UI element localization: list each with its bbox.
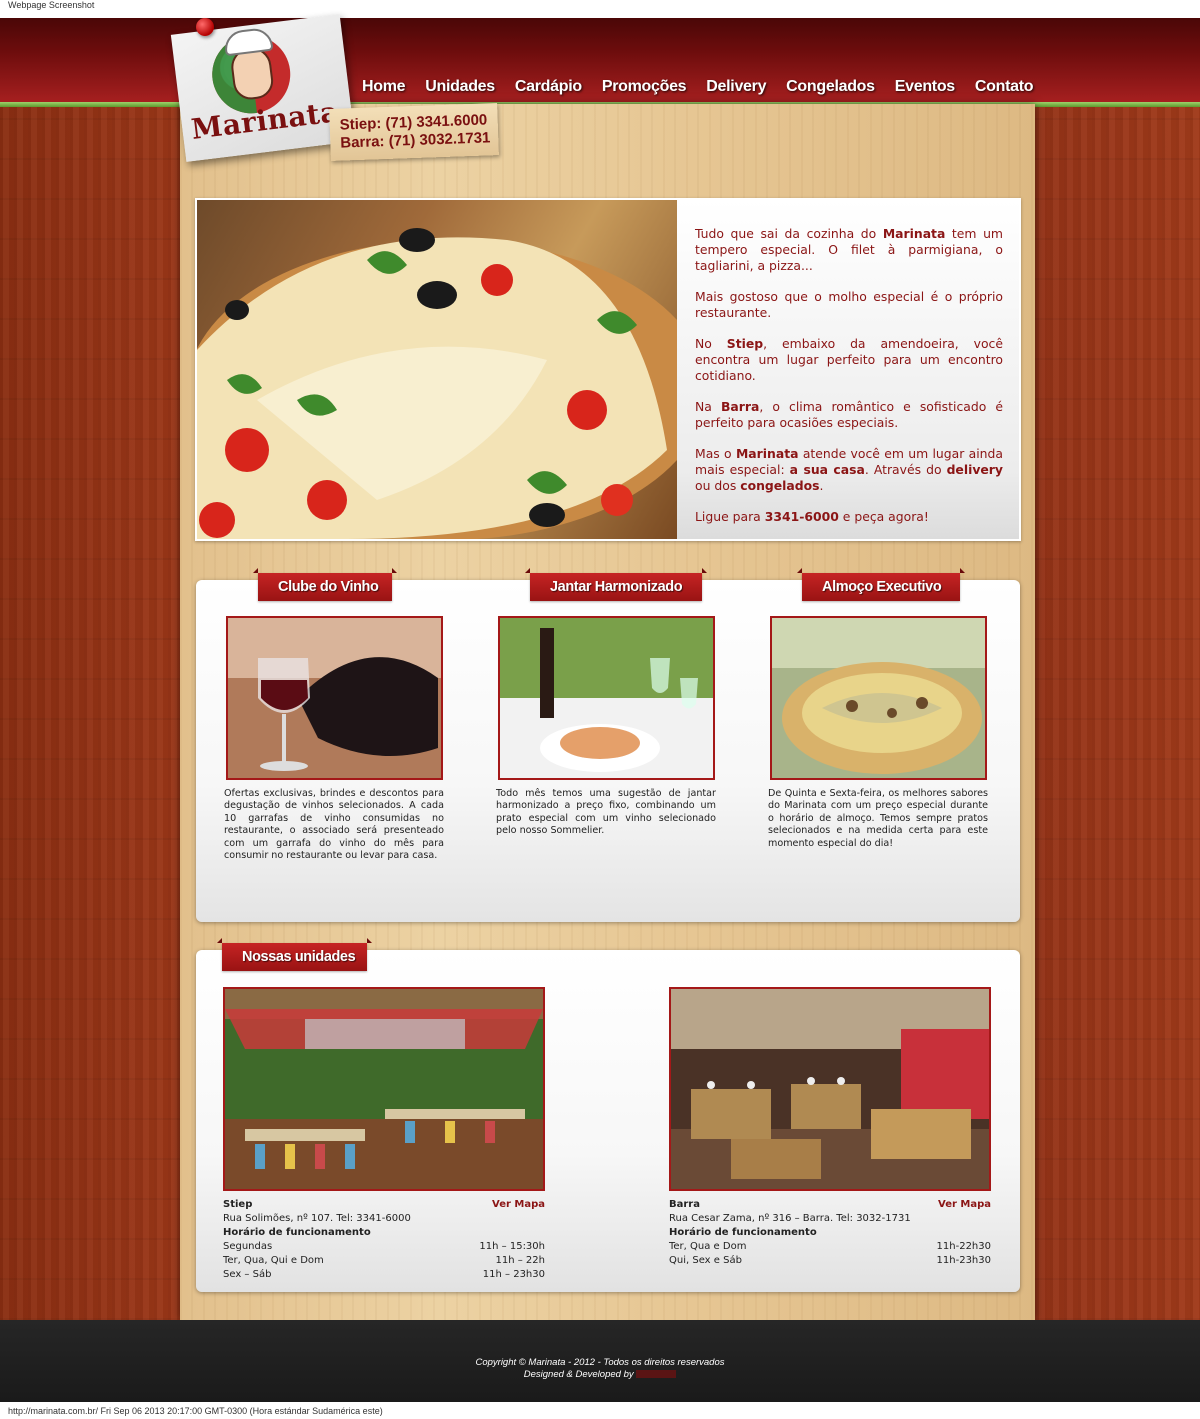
- tab-clube-do-vinho[interactable]: Clube do Vinho: [253, 568, 397, 601]
- unit-stiep-hours-title: Horário de funcionamento: [223, 1227, 371, 1238]
- unit-barra-info: Barra Ver Mapa Rua Cesar Zama, nº 316 – …: [669, 1198, 991, 1268]
- pushpin-icon: [196, 18, 214, 36]
- nav-eventos[interactable]: Eventos: [885, 78, 965, 102]
- tab-nossas-unidades: Nossas unidades: [217, 938, 372, 971]
- tab-jantar-harmonizado[interactable]: Jantar Harmonizado: [525, 568, 707, 601]
- hero-paragraph-2: Mais gostoso que o molho especial é o pr…: [695, 289, 1003, 320]
- hero-paragraph-4: Na Barra, o clima romântico e sofisticad…: [695, 399, 1003, 430]
- main-nav: Home Unidades Cardápio Promoções Deliver…: [352, 78, 1043, 102]
- hours-row: Sex – Sáb 11h – 23h30: [223, 1269, 545, 1280]
- nav-unidades[interactable]: Unidades: [415, 78, 505, 102]
- unit-barra-hours-title: Horário de funcionamento: [669, 1227, 817, 1238]
- hours-row: Ter, Qua, Qui e Dom 11h – 22h: [223, 1255, 545, 1266]
- footer: Copyright © Marinata - 2012 - Todos os d…: [0, 1320, 1200, 1402]
- hero-section: Tudo que sai da cozinha do Marinata tem …: [195, 198, 1021, 541]
- unit-barra-address: Rua Cesar Zama, nº 316 – Barra. Tel: 303…: [669, 1213, 911, 1224]
- pizza-photo: [197, 200, 677, 539]
- phone-barra: Barra: (71) 3032.1731: [340, 129, 491, 152]
- developer-logo[interactable]: [636, 1370, 677, 1379]
- nav-delivery[interactable]: Delivery: [696, 78, 776, 102]
- nav-cardapio[interactable]: Cardápio: [505, 78, 592, 102]
- hero-paragraph-1: Tudo que sai da cozinha do Marinata tem …: [695, 226, 1003, 273]
- nav-home[interactable]: Home: [352, 78, 415, 102]
- tab-almoco-executivo[interactable]: Almoço Executivo: [797, 568, 965, 601]
- unit-stiep-info: Stiep Ver Mapa Rua Solimões, nº 107. Tel…: [223, 1198, 545, 1282]
- page-caption: Webpage Screenshot: [8, 0, 95, 10]
- footer-copyright: Copyright © Marinata - 2012 - Todos os d…: [475, 1357, 725, 1368]
- hero-paragraph-6: Ligue para 3341-6000 e peça agora!: [695, 509, 929, 524]
- unit-barra-name: Barra: [669, 1199, 700, 1210]
- unit-stiep-address: Rua Solimões, nº 107. Tel: 3341-6000: [223, 1213, 411, 1224]
- dinner-photo[interactable]: [498, 616, 715, 780]
- hero-description: Tudo que sai da cozinha do Marinata tem …: [695, 226, 1003, 540]
- bottom-caption: http://marinata.com.br/ Fri Sep 06 2013 …: [8, 1406, 383, 1416]
- hours-row: Ter, Qua e Dom 11h-22h30: [669, 1241, 991, 1252]
- lunch-photo[interactable]: [770, 616, 987, 780]
- logo[interactable]: Marinata: [170, 14, 356, 162]
- unit-stiep-name: Stiep: [223, 1199, 253, 1210]
- barra-photo[interactable]: [669, 987, 991, 1191]
- stiep-map-link[interactable]: Ver Mapa: [492, 1198, 545, 1212]
- nav-congelados[interactable]: Congelados: [776, 78, 885, 102]
- stiep-photo[interactable]: [223, 987, 545, 1191]
- feature-text-almoco: De Quinta e Sexta-feira, os melhores sab…: [768, 788, 988, 849]
- hours-row: Qui, Sex e Sáb 11h-23h30: [669, 1255, 991, 1266]
- feature-text-clube: Ofertas exclusivas, brindes e descontos …: [224, 788, 444, 862]
- hours-row: Segundas 11h – 15:30h: [223, 1241, 545, 1252]
- nav-contato[interactable]: Contato: [965, 78, 1043, 102]
- phone-card: Stiep: (71) 3341.6000 Barra: (71) 3032.1…: [329, 103, 499, 161]
- feature-text-jantar: Todo mês temos uma sugestão de jantar ha…: [496, 788, 716, 837]
- hero-paragraph-3: No Stiep, embaixo da amendoeira, você en…: [695, 336, 1003, 383]
- footer-developed: Designed & Developed by: [0, 1369, 1200, 1380]
- nav-promocoes[interactable]: Promoções: [592, 78, 696, 102]
- hero-paragraph-5: Mas o Marinata atende você em um lugar a…: [695, 446, 1003, 493]
- barra-map-link[interactable]: Ver Mapa: [938, 1198, 991, 1212]
- wine-photo[interactable]: [226, 616, 443, 780]
